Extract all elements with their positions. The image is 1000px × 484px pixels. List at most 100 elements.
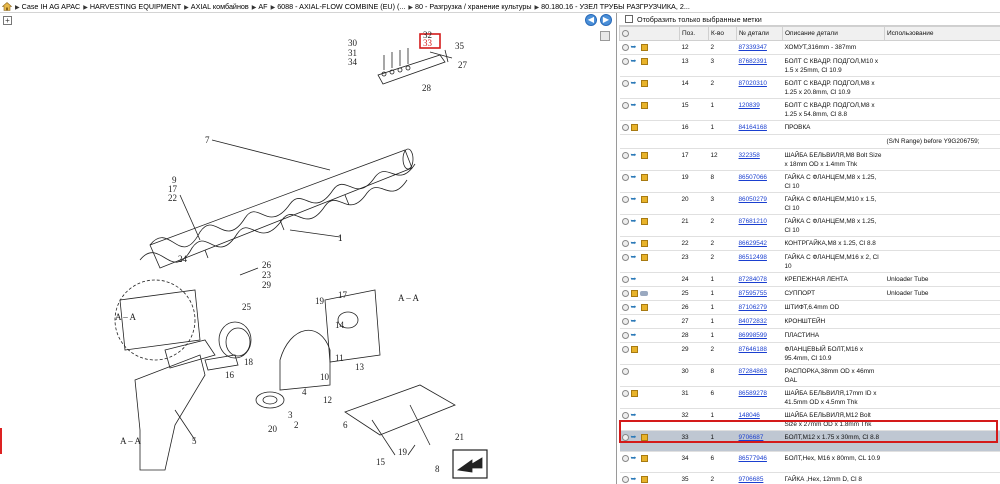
part-number-link[interactable]: 84164168 — [739, 124, 767, 131]
table-row[interactable]: 30 8 87284863 РАСПОРКА,38mm OD x 46mm OAL — [619, 364, 1000, 387]
goto-arrow-icon[interactable]: ➥ — [631, 174, 639, 181]
part-number-link[interactable]: 87339347 — [739, 44, 767, 51]
header-pos[interactable]: Поз. — [679, 26, 709, 41]
zoom-icon[interactable] — [622, 29, 629, 37]
breadcrumb-item[interactable]: AF — [258, 2, 267, 11]
goto-arrow-icon[interactable]: ➥ — [631, 58, 639, 65]
zoom-icon[interactable] — [621, 303, 629, 311]
part-number-link[interactable]: 87682391 — [739, 58, 767, 65]
header-qty[interactable]: К-во — [708, 26, 737, 41]
table-row[interactable]: ➥ 27 1 84072832 КРОНШТЕЙН — [619, 314, 1000, 329]
part-number-link[interactable]: 120839 — [739, 102, 760, 109]
table-row[interactable]: ➥ 22 2 86629542 КОНТРГАЙКА,M8 x 1.25, Cl 8.8 — [619, 236, 1000, 251]
cart-box-icon[interactable] — [640, 217, 648, 225]
part-number-link[interactable]: 86507066 — [739, 174, 767, 181]
zoom-icon[interactable] — [621, 43, 629, 51]
zoom-icon[interactable] — [621, 454, 629, 462]
table-row[interactable]: ➥ 35 2 9706685 ГАЙКА ,Hex, 12mm D, Cl 8 — [619, 472, 1000, 484]
zoom-icon[interactable] — [621, 331, 629, 339]
cart-box-icon[interactable] — [640, 253, 648, 261]
part-number-link[interactable]: 84072832 — [739, 318, 767, 325]
cart-box-icon[interactable] — [630, 345, 638, 353]
goto-arrow-icon[interactable]: ➥ — [631, 304, 639, 311]
goto-arrow-icon[interactable]: ➥ — [631, 254, 639, 261]
zoom-icon[interactable] — [621, 345, 629, 353]
header-use[interactable]: Использование — [884, 26, 1000, 41]
part-number-link[interactable]: 87020310 — [739, 80, 767, 87]
zoom-icon[interactable] — [621, 367, 629, 375]
part-number-link[interactable]: 86589278 — [739, 390, 767, 397]
table-row[interactable]: 16 1 84164168 ПРОВКА — [619, 120, 1000, 135]
zoom-icon[interactable] — [621, 275, 629, 283]
part-number-link[interactable]: 87646188 — [739, 346, 767, 353]
goto-arrow-icon[interactable]: ➥ — [631, 152, 639, 159]
goto-arrow-icon[interactable]: ➥ — [631, 318, 639, 325]
part-number-link[interactable]: 86998599 — [739, 332, 767, 339]
table-row[interactable]: ➥ 24 1 87284078 КРЕПЕЖНАЯ ЛЕНТА Unloader Tube — [619, 272, 1000, 287]
part-number-link[interactable]: 87284863 — [739, 368, 767, 375]
zoom-icon[interactable] — [621, 173, 629, 181]
part-number-link[interactable]: 322358 — [739, 152, 760, 159]
table-row[interactable]: ➥ 33 1 9706687 БОЛТ,M12 x 1.75 x 30mm, Cl 8.… — [619, 430, 1000, 452]
zoom-icon[interactable] — [621, 151, 629, 159]
part-number-link[interactable]: 148046 — [739, 412, 760, 419]
table-row[interactable]: ➥ 15 1 120839 БОЛТ С КВАДР. ПОДГОЛ,M8 x 1.25… — [619, 98, 1000, 121]
zoom-icon[interactable] — [621, 123, 629, 131]
part-number-link[interactable]: 86512498 — [739, 254, 767, 261]
zoom-icon[interactable] — [621, 239, 629, 247]
breadcrumb-item[interactable]: 6088 - AXIAL-FLOW COMBINE (EU) (... — [277, 2, 405, 11]
goto-arrow-icon[interactable]: ➥ — [631, 476, 639, 483]
zoom-icon[interactable] — [621, 289, 629, 297]
part-number-link[interactable]: 86577946 — [739, 455, 767, 462]
cart-box-icon[interactable] — [640, 433, 648, 441]
cart-box-icon[interactable] — [640, 239, 648, 247]
goto-arrow-icon[interactable]: ➥ — [631, 332, 639, 339]
header-desc[interactable]: Описание детали — [782, 26, 885, 41]
goto-arrow-icon[interactable]: ➥ — [631, 412, 639, 419]
table-row[interactable]: ➥ 34 6 86577946 БОЛТ,Hex, M16 x 80mm, CL 10.… — [619, 451, 1000, 473]
goto-arrow-icon[interactable]: ➥ — [631, 276, 639, 283]
table-row[interactable]: ➥ 23 2 86512498 ГАЙКА С ФЛАНЦЕМ,M16 x 2, Cl … — [619, 250, 1000, 273]
cart-box-icon[interactable] — [640, 151, 648, 159]
breadcrumb-item[interactable]: HARVESTING EQUIPMENT — [90, 2, 181, 11]
wrench-icon[interactable] — [639, 290, 648, 296]
cart-box-icon[interactable] — [630, 289, 638, 297]
table-row[interactable]: 25 1 87595755 СУППОРТ Unloader Tube — [619, 286, 1000, 301]
goto-arrow-icon[interactable]: ➥ — [631, 102, 639, 109]
zoom-icon[interactable] — [621, 389, 629, 397]
table-row[interactable]: ➥ 28 1 86998599 ПЛАСТИНА — [619, 328, 1000, 343]
cart-box-icon[interactable] — [640, 454, 648, 462]
table-row[interactable]: 31 6 86589278 ШАЙБА БЕЛЬВИЛЯ,17mm ID x 41.5… — [619, 386, 1000, 409]
goto-arrow-icon[interactable]: ➥ — [631, 44, 639, 51]
table-row[interactable]: ➥ 19 8 86507066 ГАЙКА С ФЛАНЦЕМ,M8 x 1.25, C… — [619, 170, 1000, 193]
zoom-icon[interactable] — [621, 101, 629, 109]
table-row[interactable]: ➥ 13 3 87682391 БОЛТ С КВАДР. ПОДГОЛ,M10 x 1… — [619, 54, 1000, 77]
zoom-icon[interactable] — [621, 253, 629, 261]
table-row[interactable]: ➥ 17 12 322358 ШАЙБА БЕЛЬВИЛЯ,M8 Bolt Size x… — [619, 148, 1000, 171]
zoom-icon[interactable] — [621, 57, 629, 65]
part-number-link[interactable]: 87595755 — [739, 290, 767, 297]
home-icon[interactable] — [2, 1, 12, 11]
part-number-link[interactable]: 9706687 — [739, 434, 764, 441]
zoom-icon[interactable] — [621, 411, 629, 419]
breadcrumb-item[interactable]: 80 - Разгрузка / хранение культуры — [415, 2, 532, 11]
goto-arrow-icon[interactable]: ➥ — [631, 218, 639, 225]
part-number-link[interactable]: 9706685 — [739, 476, 764, 483]
zoom-icon[interactable] — [621, 79, 629, 87]
part-number-link[interactable]: 87284078 — [739, 276, 767, 283]
goto-arrow-icon[interactable]: ➥ — [631, 240, 639, 247]
part-number-link[interactable]: 87681210 — [739, 218, 767, 225]
filter-checkbox[interactable] — [625, 15, 633, 23]
cart-box-icon[interactable] — [640, 79, 648, 87]
zoom-icon[interactable] — [621, 195, 629, 203]
part-number-link[interactable]: 86629542 — [739, 240, 767, 247]
filter-row[interactable]: Отобразить только выбранные метки — [619, 13, 1000, 26]
table-row[interactable]: ➥ 32 1 148046 ШАЙБА БЕЛЬВИЛЯ,M12 Bolt Size x… — [619, 408, 1000, 431]
header-part[interactable]: № детали — [736, 26, 783, 41]
cart-box-icon[interactable] — [630, 123, 638, 131]
table-row[interactable]: (S/N Range) before Y9G206759; — [619, 134, 1000, 149]
table-row[interactable]: 29 2 87646188 ФЛАНЦЕВЫЙ БОЛТ,M16 x 95.4mm, … — [619, 342, 1000, 365]
cart-box-icon[interactable] — [640, 43, 648, 51]
table-row[interactable]: ➥ 26 1 87106279 ШТИФТ,6.4mm OD — [619, 300, 1000, 315]
goto-arrow-icon[interactable]: ➥ — [631, 80, 639, 87]
